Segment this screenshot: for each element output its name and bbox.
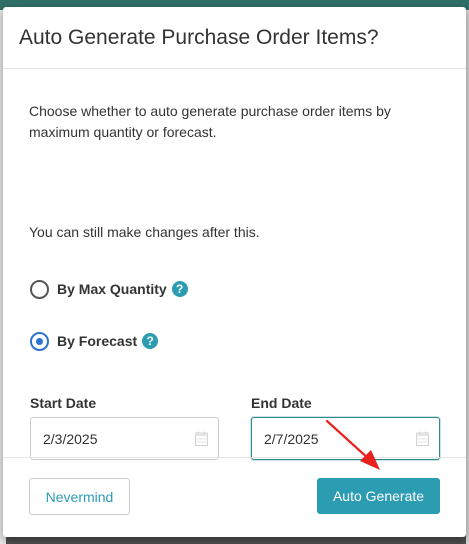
dialog-title: Auto Generate Purchase Order Items? [19, 25, 379, 49]
start-date-label: Start Date [30, 395, 97, 411]
start-date-input[interactable]: 2/3/2025 [30, 417, 219, 460]
calendar-icon[interactable] [195, 431, 208, 446]
dialog-header: Auto Generate Purchase Order Items? [3, 7, 466, 69]
help-icon[interactable]: ? [171, 281, 188, 297]
radio-max-quantity[interactable] [29, 279, 49, 299]
dialog-body: Choose whether to auto generate purchase… [3, 69, 466, 460]
dialog-description: Choose whether to auto generate purchase… [29, 103, 391, 140]
calendar-icon[interactable] [416, 431, 429, 446]
radio-forecast[interactable] [29, 331, 49, 351]
option-max-quantity-label: By Max Quantity [57, 281, 167, 297]
help-icon[interactable]: ? [142, 333, 159, 349]
dialog-footer: Nevermind Auto Generate [3, 457, 466, 538]
option-max-quantity[interactable]: By Max Quantity ? [29, 279, 188, 299]
start-date-value: 2/3/2025 [43, 430, 98, 447]
option-forecast-label: By Forecast [57, 333, 138, 349]
auto-generate-button[interactable]: Auto Generate [317, 478, 440, 514]
end-date-value: 2/7/2025 [264, 430, 319, 447]
end-date-label: End Date [251, 395, 312, 411]
end-date-input[interactable]: 2/7/2025 [251, 417, 440, 460]
dialog-note: You can still make changes after this. [29, 224, 260, 240]
nevermind-button[interactable]: Nevermind [29, 478, 130, 515]
option-forecast[interactable]: By Forecast ? [29, 331, 159, 351]
auto-generate-dialog: Auto Generate Purchase Order Items? Choo… [3, 7, 466, 537]
